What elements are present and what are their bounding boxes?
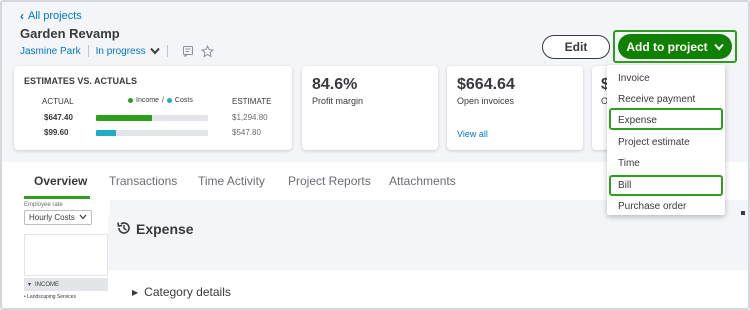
income-actual: $647.40 [44,113,73,122]
tab-time-activity[interactable]: Time Activity [198,174,265,188]
menu-item-time[interactable]: Time [618,158,640,169]
project-meta: Jasmine Park In progress [20,44,214,58]
back-link-label: All projects [28,10,82,22]
category-details-label: Category details [144,285,231,299]
chevron-down-icon [79,213,87,222]
income-bar-fill [96,115,152,121]
income-group-label: INCOME [35,281,60,288]
status-dropdown[interactable]: In progress [96,46,146,57]
bill-highlight [609,175,723,196]
notes-icon[interactable] [182,45,194,57]
caret-down-icon: ▾ [28,282,32,288]
income-estimate: $1,294.80 [232,113,268,122]
back-to-projects-link[interactable]: ‹ All projects [20,9,82,23]
bullet-icon: • [24,294,26,300]
open-invoices-value: $664.64 [457,76,515,93]
estimates-title: ESTIMATES VS. ACTUALS [24,76,138,86]
chart-area [24,234,108,276]
costs-bar [96,130,208,136]
estimate-header: ESTIMATE [232,97,272,106]
profit-margin-value: 84.6% [312,76,358,93]
add-to-project-label: Add to project [626,39,708,54]
service-row: • Landscaping Services [24,294,76,300]
income-dot-icon [128,98,133,103]
income-bar [96,115,208,121]
legend-costs: Costs [174,97,193,104]
profit-margin-card: 84.6% Profit margin [302,66,438,150]
legend-income: Income [136,97,159,104]
expense-panel: Expense ▶ Category details [108,215,748,308]
costs-dot-icon [166,98,172,103]
divider [166,45,168,57]
page-title: Garden Revamp [20,26,120,41]
app-window: ‹ All projects Garden Revamp Jasmine Par… [0,0,750,310]
service-label: Landscaping Services [27,294,77,300]
menu-item-receive-payment[interactable]: Receive payment [618,94,695,105]
costs-estimate: $547.80 [232,128,261,137]
tab-transactions[interactable]: Transactions [109,174,177,188]
recent-history-icon[interactable] [116,220,132,236]
category-details-toggle[interactable]: ▶ Category details [132,285,231,299]
overview-filter-panel: Employee rate Hourly Costs ▾ INCOME • La… [2,200,110,308]
chevron-down-icon [713,40,724,54]
expense-title: Expense [136,221,194,237]
costs-bar-fill [96,130,117,136]
actual-header: ACTUAL [42,97,74,106]
chevron-left-icon: ‹ [20,9,24,23]
open-invoices-label: Open invoices [457,96,515,106]
estimates-card: ESTIMATES VS. ACTUALS ACTUAL Income / Co… [14,66,292,150]
tab-overview[interactable]: Overview [34,174,87,188]
expense-highlight [609,108,723,130]
tab-attachments[interactable]: Attachments [389,174,456,188]
menu-item-purchase-order[interactable]: Purchase order [618,201,686,212]
view-all-link[interactable]: View all [457,129,488,139]
legend-separator: / [161,97,164,104]
caret-right-icon: ▶ [132,287,139,297]
employee-rate-value: Hourly Costs [29,213,75,222]
tab-project-reports[interactable]: Project Reports [288,174,371,188]
menu-item-invoice[interactable]: Invoice [618,73,650,84]
income-group-row[interactable]: ▾ INCOME [24,278,108,291]
menu-item-project-estimate[interactable]: Project estimate [618,137,690,148]
employee-rate-label: Employee rate [24,202,63,208]
add-to-project-button[interactable]: Add to project [618,34,732,59]
customer-link[interactable]: Jasmine Park [20,46,81,57]
estimates-legend: Income / Costs [128,97,193,104]
expense-header: Expense [108,215,748,270]
chevron-down-icon[interactable] [149,44,160,58]
open-invoices-card: $664.64 Open invoices View all [447,66,583,150]
edit-button[interactable]: Edit [542,35,610,59]
costs-actual: $99.60 [44,128,69,137]
employee-rate-select[interactable]: Hourly Costs [24,210,92,225]
active-tab-indicator [24,196,90,199]
star-icon[interactable] [200,44,214,58]
divider [87,45,89,57]
profit-margin-label: Profit margin [312,96,364,106]
scroll-indicator[interactable] [741,211,745,215]
